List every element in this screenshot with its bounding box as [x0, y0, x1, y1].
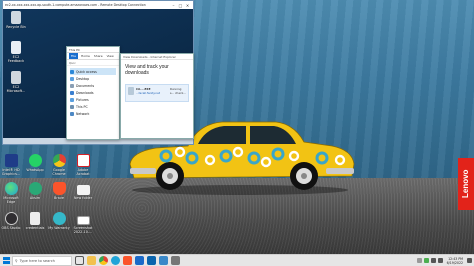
nav-item-downloads[interactable]: Downloads [70, 89, 116, 96]
pictures-icon [70, 97, 74, 102]
file-icon [128, 87, 134, 95]
folder-icon [76, 185, 90, 195]
windows-logo-icon [2, 257, 10, 264]
minimize-icon[interactable]: – [170, 3, 177, 8]
store-icon[interactable] [135, 256, 144, 265]
start-button[interactable] [0, 255, 12, 266]
desktop-icon-credentials[interactable]: credentials [24, 212, 46, 230]
computer-icon [70, 104, 74, 109]
taskbar-search[interactable]: ⚲ Type here to search [12, 255, 72, 266]
nav-item-quick-access[interactable]: Quick access [70, 68, 116, 75]
desktop-icon [70, 76, 74, 81]
close-icon[interactable]: ✕ [184, 3, 191, 8]
edge-icon [4, 182, 18, 195]
nav-item-desktop[interactable]: Desktop [70, 75, 116, 82]
wifi-icon[interactable] [430, 258, 436, 263]
search-placeholder: Type here to search [19, 258, 55, 263]
downloads-icon [70, 90, 74, 95]
download-source[interactable]: ...tscall.fanity.net [136, 91, 168, 95]
obs-icon [4, 212, 18, 225]
clock-time: 12:43 PM [448, 256, 463, 261]
taskbar-clock[interactable]: 12:43 PM 6/19/2022 [447, 257, 463, 265]
desktop-icon-chrome[interactable]: Google Chrome [48, 154, 70, 176]
chevron-up-icon[interactable] [416, 258, 422, 263]
download-status: Running s... check... [170, 87, 186, 95]
edge-icon[interactable] [111, 256, 120, 265]
desktop-icon-obs[interactable]: OBS Studio [0, 212, 22, 230]
desktop-icon-new-folder[interactable]: New folder [72, 182, 94, 200]
file-explorer-icon[interactable] [87, 256, 96, 265]
chrome-icon[interactable] [99, 256, 108, 265]
maximize-icon[interactable]: □ [177, 3, 184, 8]
desktop-icon-aksim[interactable]: Aksim [24, 182, 46, 200]
mail-icon[interactable] [147, 256, 156, 265]
tab-home[interactable]: Home [80, 54, 91, 58]
text-file-icon [30, 212, 40, 225]
download-item[interactable]: CA....EXE ...tscall.fanity.net Running s… [125, 84, 189, 102]
search-icon: ⚲ [15, 258, 18, 263]
brave-icon [52, 182, 66, 195]
network-icon [70, 111, 74, 116]
acrobat-icon [76, 154, 90, 167]
star-icon [70, 69, 74, 74]
taskbar: ⚲ Type here to search 12:43 PM 6/19/2022 [0, 254, 474, 266]
settings-icon[interactable] [171, 256, 180, 265]
clock-date: 6/19/2022 [446, 260, 463, 265]
desktop-icon-screenshot[interactable]: Screenshot 2022-10-... [72, 212, 94, 234]
lenovo-logo: Lenovo [458, 158, 474, 210]
remote-icon-recycle-bin[interactable]: Recycle Bin [5, 11, 27, 29]
system-tray: 12:43 PM 6/19/2022 [416, 257, 474, 265]
nav-item-this-pc[interactable]: This PC [70, 103, 116, 110]
warranty-icon [52, 212, 66, 225]
nav-item-network[interactable]: Network [70, 110, 116, 117]
remote-desktop-title: ec2-xx-xxx-xxx-xxx.ap-south-1.compute.am… [5, 3, 146, 7]
tab-share[interactable]: Share [93, 54, 104, 58]
task-view-icon[interactable] [75, 256, 84, 265]
volume-icon[interactable] [437, 258, 443, 263]
desktop-icon-intel[interactable]: Intel® HD Graphics... [0, 154, 22, 176]
intel-graphics-icon [4, 154, 18, 167]
desktop-icon-edge[interactable]: Microsoft Edge [0, 182, 22, 204]
tab-file[interactable]: File [69, 53, 79, 59]
remote-icon-ec2-feedback[interactable]: EC2 Feedback [5, 41, 27, 63]
downloads-window[interactable]: View Downloads - Internet Explorer View … [120, 53, 194, 139]
documents-icon [70, 83, 74, 88]
feedback-icon [11, 41, 21, 54]
recycle-bin-icon [11, 11, 21, 24]
document-icon [11, 71, 21, 84]
brave-icon[interactable] [123, 256, 132, 265]
desktop-icon-warranty[interactable]: My Warranty [48, 212, 70, 230]
battery-icon[interactable] [423, 258, 429, 263]
whatsapp-icon [28, 154, 42, 167]
desktop-icon-whatsapp[interactable]: WhatsApp [24, 154, 46, 172]
remote-icon-ec2-microsoft[interactable]: EC2 Microsoft... [5, 71, 27, 93]
nav-item-pictures[interactable]: Pictures [70, 96, 116, 103]
explorer-ribbon: File Home Share View [67, 53, 119, 60]
tab-view[interactable]: View [106, 54, 115, 58]
aksim-icon [28, 182, 42, 195]
download-info: CA....EXE ...tscall.fanity.net [136, 87, 168, 99]
chrome-icon [52, 154, 66, 167]
nav-item-documents[interactable]: Documents [70, 82, 116, 89]
remote-desktop-titlebar[interactable]: ec2-xx-xxx-xxx-xxx.ap-south-1.compute.am… [3, 1, 193, 9]
remote-desktop-icon[interactable] [159, 256, 168, 265]
desktop-icon-brave[interactable]: Brave [48, 182, 70, 200]
explorer-nav-pane: Quick access Desktop Documents Downloads… [67, 66, 119, 119]
screenshot-icon [76, 216, 90, 225]
downloads-heading: View and track your downloads [125, 64, 169, 76]
desktop-icon-acrobat[interactable]: Adobe Acrobat [72, 154, 94, 176]
notification-icon[interactable] [467, 258, 472, 263]
file-explorer-window[interactable]: This PC File Home Share View Quic Quick … [66, 46, 120, 140]
taskbar-apps [75, 256, 180, 265]
